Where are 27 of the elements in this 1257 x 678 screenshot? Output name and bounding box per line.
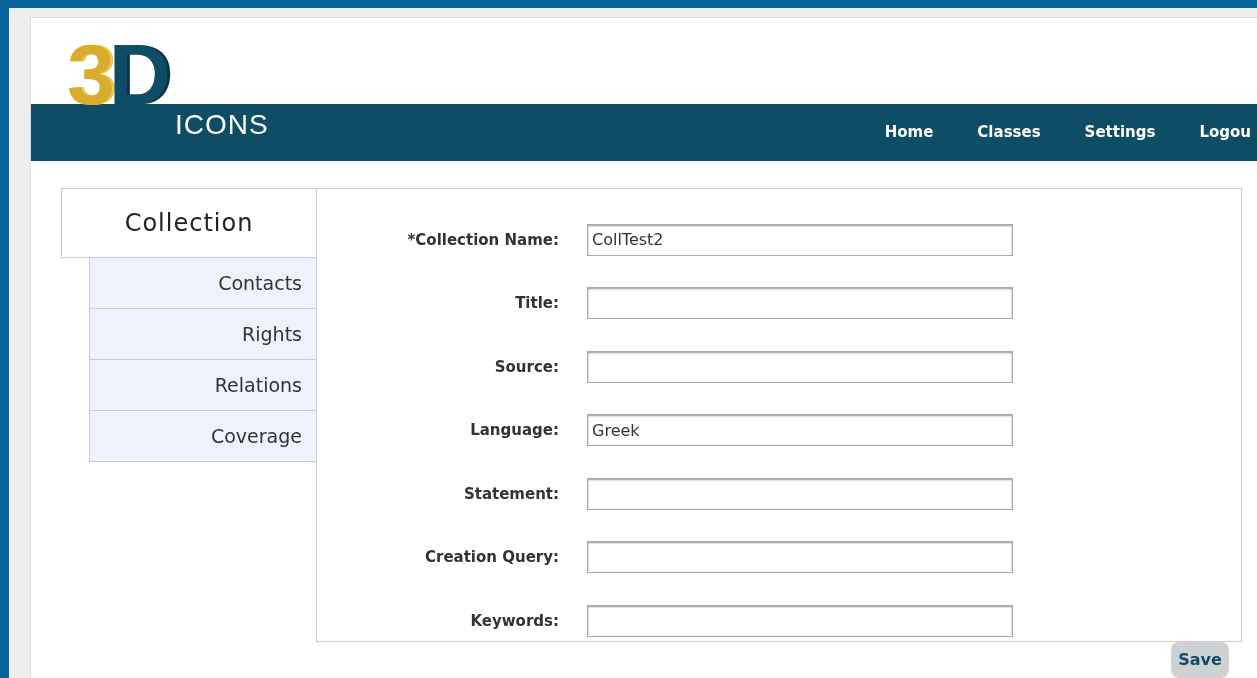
input-field[interactable] <box>587 604 1013 637</box>
field-label: Keywords: <box>469 610 559 632</box>
nav-link[interactable]: Settings <box>1084 121 1156 144</box>
logo-wordmark: ICONS <box>174 111 269 140</box>
nav-link[interactable]: Home <box>884 121 934 144</box>
sidebar-tab[interactable]: Relations <box>89 360 316 411</box>
field-label: Source: <box>493 356 559 378</box>
field-label: Creation Query: <box>424 547 559 568</box>
logo-digit: 3 <box>67 36 109 114</box>
logo-letter: D <box>108 36 171 114</box>
input-field[interactable] <box>587 350 1013 383</box>
save-button[interactable]: Save <box>1171 642 1229 678</box>
field-label: *Collection Name: <box>406 229 559 251</box>
sidebar-tab[interactable]: Coverage <box>89 411 316 462</box>
sidebar-tab[interactable]: Collection <box>61 188 316 258</box>
input-field[interactable] <box>587 287 1013 320</box>
sidebar-tab[interactable]: Rights <box>89 309 316 360</box>
nav-link[interactable]: Logou <box>1199 121 1251 144</box>
sidebar-tab[interactable]: Contacts <box>89 258 316 309</box>
input-field[interactable]: CollTest2 <box>587 223 1013 256</box>
input-field[interactable] <box>587 477 1013 510</box>
field-label: Statement: <box>462 483 559 505</box>
field-label: Language: <box>469 420 559 441</box>
field-label: Title: <box>514 293 559 314</box>
nav-link[interactable]: Classes <box>977 121 1041 144</box>
input-field[interactable] <box>587 541 1013 574</box>
input-field[interactable]: Greek <box>587 414 1013 447</box>
